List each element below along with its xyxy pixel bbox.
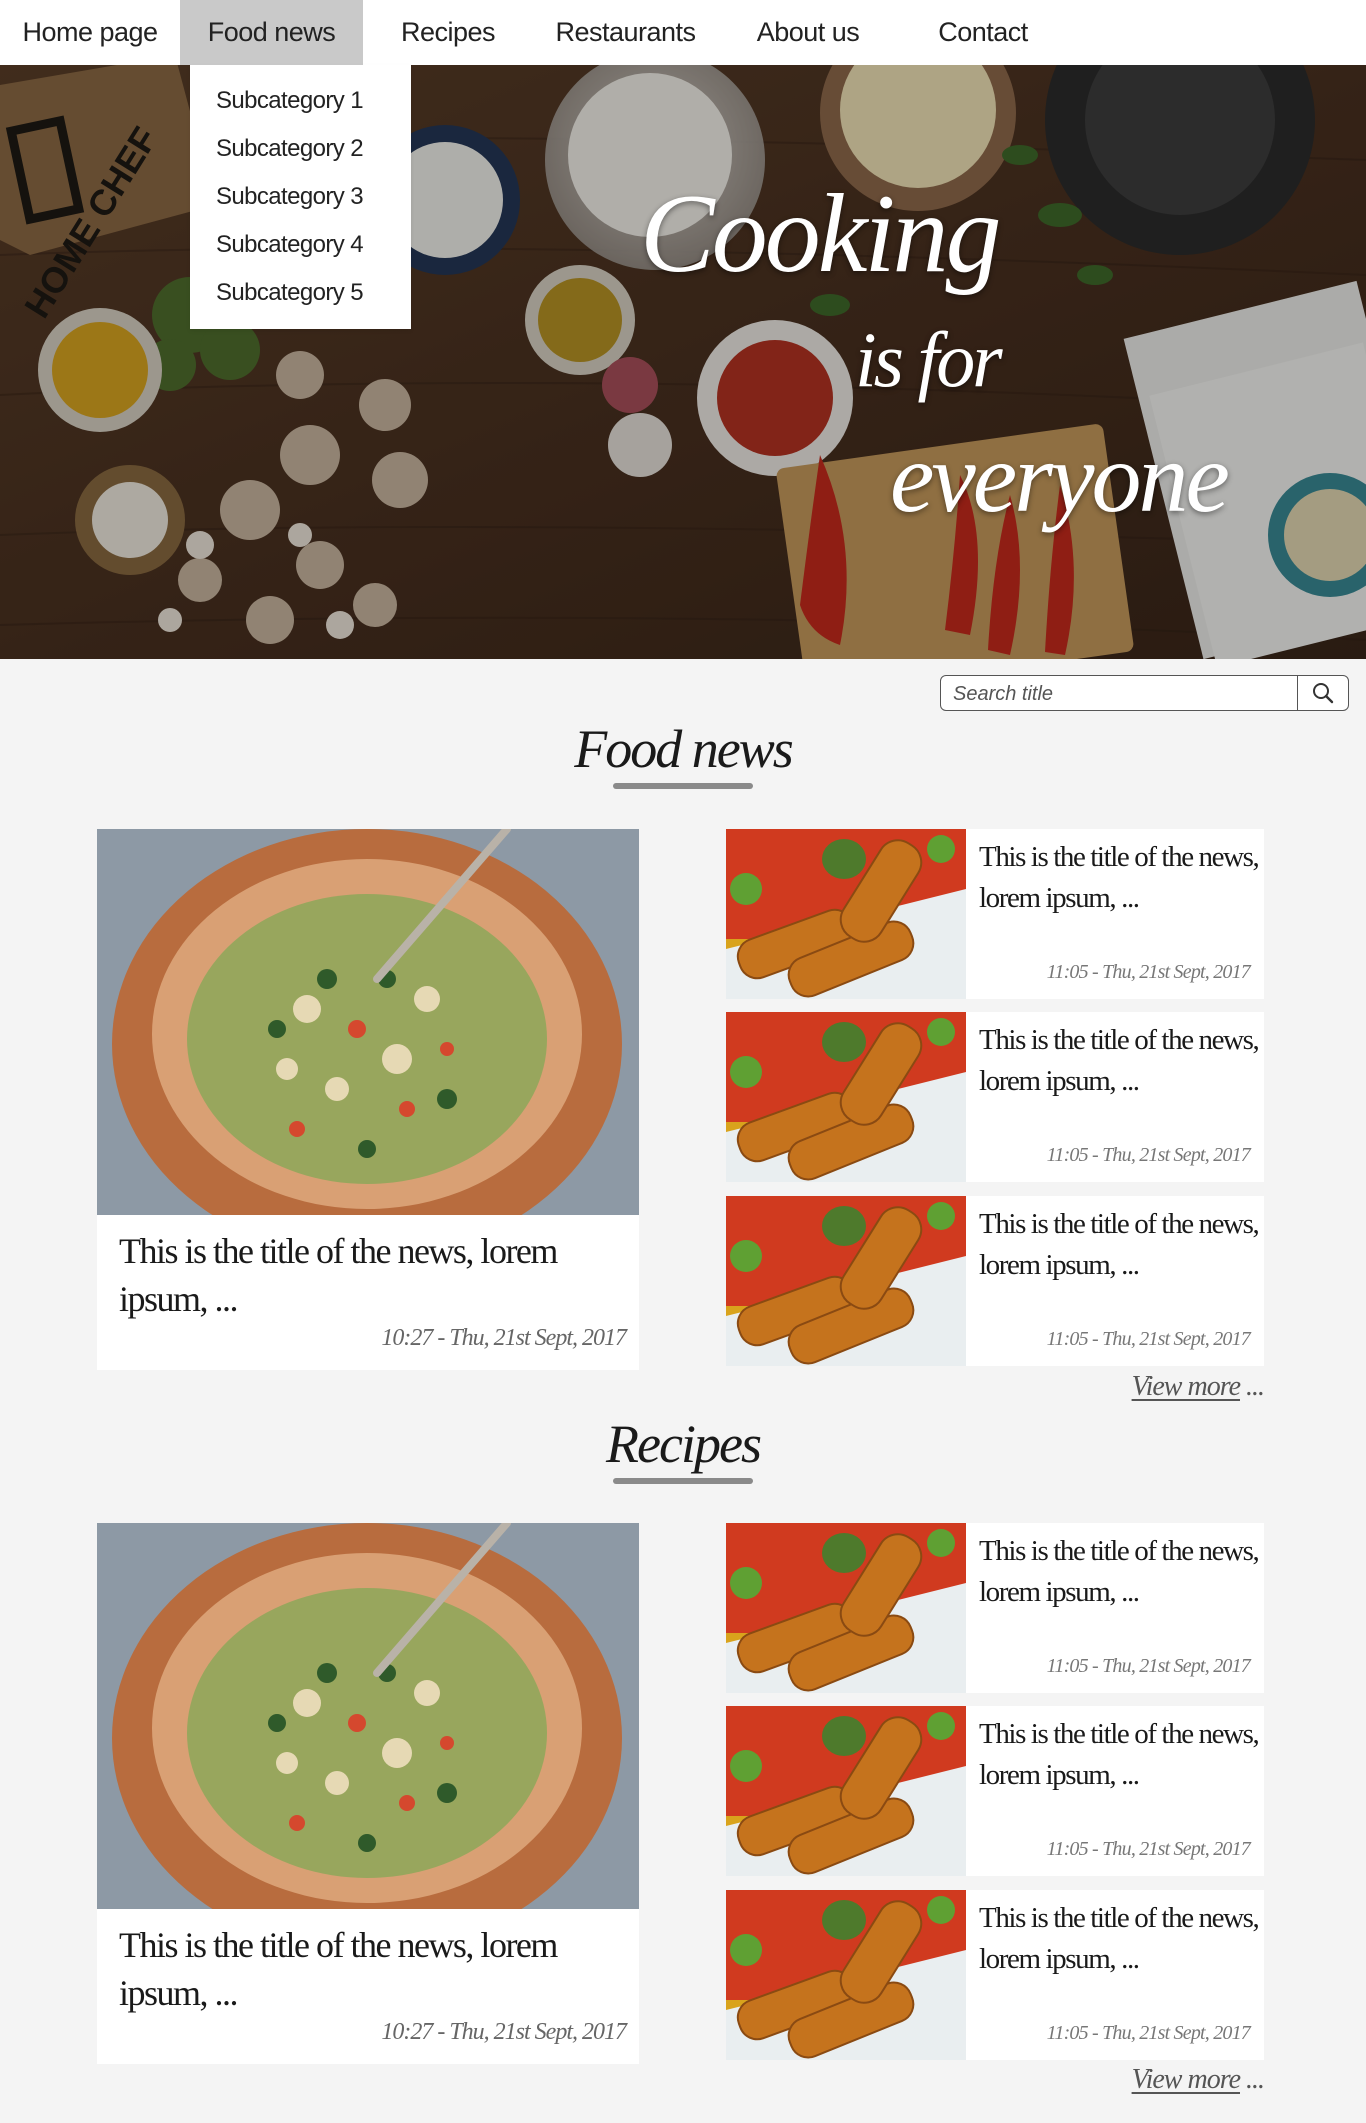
news-list-item[interactable]: This is the title of the news, lorem ips… — [726, 1196, 1264, 1366]
spring-rolls-thumbnail — [726, 1706, 966, 1876]
spring-rolls-thumbnail — [726, 829, 966, 999]
dropdown-subcategory-1[interactable]: Subcategory 1 — [190, 77, 411, 125]
nav-contact[interactable]: Contact — [898, 0, 1068, 65]
section-underline — [613, 1478, 753, 1484]
dropdown-subcategory-2[interactable]: Subcategory 2 — [190, 125, 411, 173]
featured-recipe-title[interactable]: This is the title of the news, lorem ips… — [119, 1921, 619, 2017]
view-more-link[interactable]: View more ... — [1132, 1371, 1265, 1403]
nav-restaurants[interactable]: Restaurants — [533, 0, 718, 65]
recipe-item-title[interactable]: This is the title of the news, lorem ips… — [979, 1714, 1264, 1796]
news-item-date: 11:05 - Thu, 21st Sept, 2017 — [1046, 961, 1251, 983]
featured-news-title[interactable]: This is the title of the news, lorem ips… — [119, 1227, 619, 1323]
dropdown-subcategory-5[interactable]: Subcategory 5 — [190, 269, 411, 317]
spring-rolls-thumbnail — [726, 1012, 966, 1182]
recipe-list-item[interactable]: This is the title of the news, lorem ips… — [726, 1523, 1264, 1693]
spring-rolls-thumbnail — [726, 1196, 966, 1366]
hero-headline-everyone: everyone — [890, 422, 1230, 533]
news-item-date: 11:05 - Thu, 21st Sept, 2017 — [1046, 1328, 1251, 1350]
news-item-date: 11:05 - Thu, 21st Sept, 2017 — [1046, 1144, 1251, 1166]
featured-salad-image — [97, 1523, 639, 1909]
featured-salad-image — [97, 829, 639, 1215]
hero-headline-cooking: Cooking — [640, 172, 1002, 296]
dropdown-subcategory-4[interactable]: Subcategory 4 — [190, 221, 411, 269]
dropdown-subcategory-3[interactable]: Subcategory 3 — [190, 173, 411, 221]
featured-recipe-card[interactable]: This is the title of the news, lorem ips… — [97, 1523, 639, 2064]
spring-rolls-thumbnail — [726, 1523, 966, 1693]
featured-news-date: 10:27 - Thu, 21st Sept, 2017 — [381, 1325, 627, 1351]
news-list-item[interactable]: This is the title of the news, lorem ips… — [726, 1012, 1264, 1182]
section-underline — [613, 783, 753, 789]
featured-recipe-date: 10:27 - Thu, 21st Sept, 2017 — [381, 2019, 627, 2045]
recipe-item-date: 11:05 - Thu, 21st Sept, 2017 — [1046, 1838, 1251, 1860]
view-more-ellipsis: ... — [1246, 2064, 1265, 2095]
featured-news-card[interactable]: This is the title of the news, lorem ips… — [97, 829, 639, 1370]
news-item-title[interactable]: This is the title of the news, lorem ips… — [979, 1020, 1264, 1102]
section-title-food-news: Food news — [574, 719, 794, 779]
hero-headline-is-for: is for — [855, 316, 1003, 403]
search-input[interactable] — [941, 676, 1297, 710]
search-box — [940, 675, 1349, 711]
view-more-text[interactable]: View more — [1132, 2064, 1241, 2095]
recipe-item-title[interactable]: This is the title of the news, lorem ips… — [979, 1898, 1264, 1980]
nav-food-news[interactable]: Food news — [180, 0, 363, 65]
news-item-title[interactable]: This is the title of the news, lorem ips… — [979, 1204, 1264, 1286]
nav-home-page[interactable]: Home page — [0, 0, 180, 65]
top-navigation: Home page Food news Recipes Restaurants … — [0, 0, 1366, 65]
recipe-item-date: 11:05 - Thu, 21st Sept, 2017 — [1046, 2022, 1251, 2044]
view-more-link[interactable]: View more ... — [1132, 2064, 1265, 2096]
spring-rolls-thumbnail — [726, 1890, 966, 2060]
nav-about-us[interactable]: About us — [718, 0, 898, 65]
recipe-item-title[interactable]: This is the title of the news, lorem ips… — [979, 1531, 1264, 1613]
news-item-title[interactable]: This is the title of the news, lorem ips… — [979, 837, 1264, 919]
food-news-dropdown-menu: Subcategory 1 Subcategory 2 Subcategory … — [190, 65, 411, 329]
search-icon — [1313, 683, 1334, 704]
recipe-item-date: 11:05 - Thu, 21st Sept, 2017 — [1046, 1655, 1251, 1677]
recipe-list-item[interactable]: This is the title of the news, lorem ips… — [726, 1890, 1264, 2060]
view-more-ellipsis: ... — [1246, 1371, 1265, 1402]
search-button[interactable] — [1297, 676, 1348, 710]
section-title-recipes: Recipes — [606, 1414, 762, 1474]
recipe-list-item[interactable]: This is the title of the news, lorem ips… — [726, 1706, 1264, 1876]
nav-recipes[interactable]: Recipes — [363, 0, 533, 65]
news-list-item[interactable]: This is the title of the news, lorem ips… — [726, 829, 1264, 999]
view-more-text[interactable]: View more — [1132, 1371, 1241, 1402]
